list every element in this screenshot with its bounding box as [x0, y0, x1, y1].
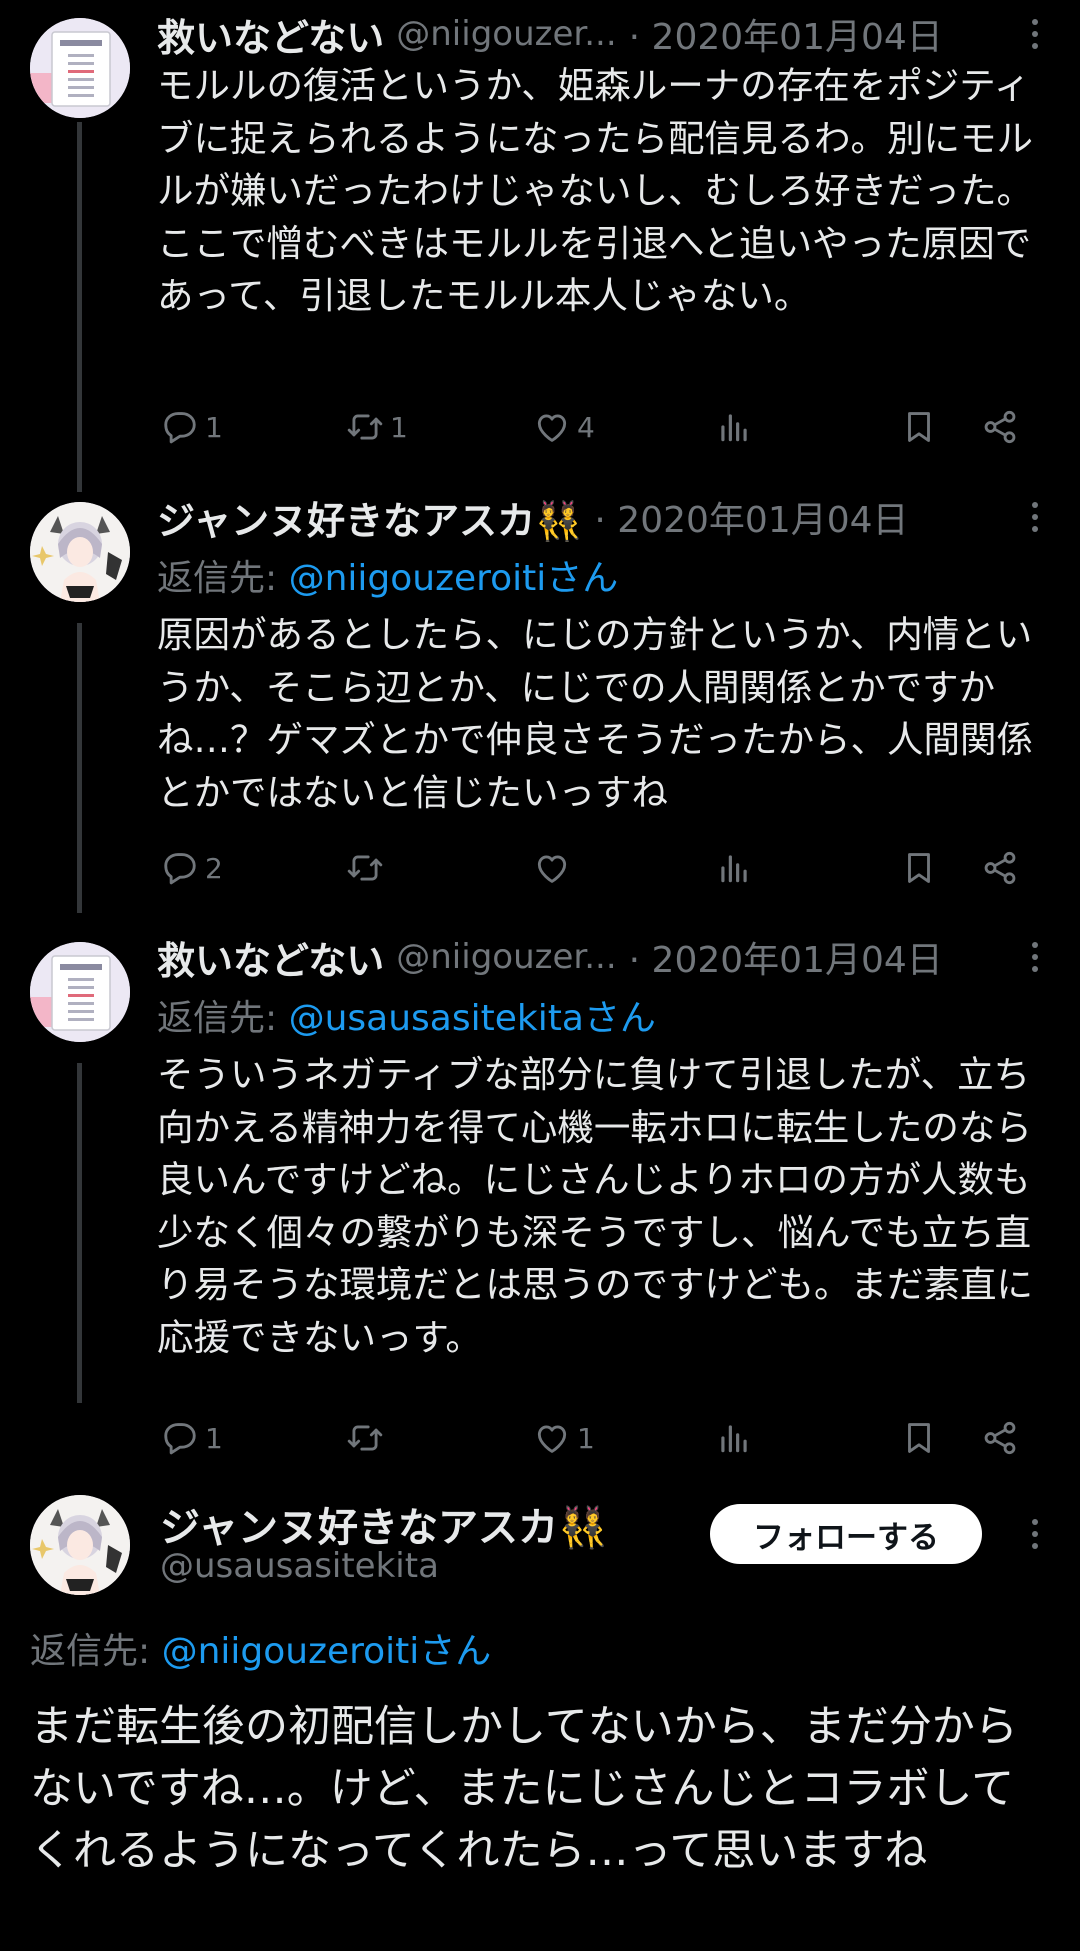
mention-link[interactable]: @niigouzeroitiさん: [162, 1631, 492, 1672]
thread-line: [77, 1063, 82, 1403]
retweet-button[interactable]: [346, 843, 390, 893]
tweet-2[interactable]: ジャンヌ好きなアスカ👯 · 2020年01月04日 返信先: @niigouze…: [0, 473, 1080, 913]
analytics-icon: [715, 408, 753, 446]
reply-button[interactable]: 1: [161, 1413, 223, 1463]
bookmark-button[interactable]: [900, 843, 938, 893]
reply-count: 1: [205, 410, 223, 444]
heart-icon: [533, 849, 571, 887]
display-name[interactable]: 救いなどない: [157, 930, 384, 985]
like-button[interactable]: 1: [533, 1413, 595, 1463]
views-button[interactable]: [715, 1413, 753, 1463]
tweet-text: 原因があるとしたら、にじの方針というか、内情というか、そこら辺とか、にじでの人間…: [157, 613, 1033, 814]
share-button[interactable]: [981, 402, 1019, 452]
reply-context: 返信先: @niigouzeroitiさん: [30, 1631, 492, 1672]
mention-link[interactable]: @niigouzeroitiさん: [289, 558, 619, 599]
more-options-icon[interactable]: [1020, 10, 1050, 58]
views-button[interactable]: [715, 402, 753, 452]
reply-context: 返信先: @usausasitekitaさん: [157, 998, 656, 1039]
follow-button[interactable]: フォローする: [710, 1504, 982, 1564]
focused-tweet: ジャンヌ好きなアスカ👯 @usausasitekita フォローする 返信先: …: [0, 1490, 1080, 1951]
share-icon: [981, 408, 1019, 446]
retweet-button[interactable]: [346, 1413, 390, 1463]
thread-line: [77, 122, 82, 492]
heart-icon: [533, 1419, 571, 1457]
reply-icon: [161, 849, 199, 887]
avatar[interactable]: [30, 1495, 130, 1595]
timestamp[interactable]: · 2020年01月04日: [629, 8, 943, 60]
analytics-icon: [715, 849, 753, 887]
username[interactable]: @niigouzer...: [396, 14, 616, 54]
username[interactable]: @usausasitekita: [160, 1546, 439, 1586]
bookmark-button[interactable]: [900, 1413, 938, 1463]
tweet-header: 救いなどない @niigouzer... · 2020年01月04日: [157, 927, 1050, 987]
views-button[interactable]: [715, 843, 753, 893]
reply-button[interactable]: 2: [161, 843, 223, 893]
mention-link[interactable]: @usausasitekitaさん: [289, 998, 656, 1039]
reply-context: 返信先: @niigouzeroitiさん: [157, 558, 619, 599]
retweet-button[interactable]: 1: [346, 402, 408, 452]
reply-count: 1: [205, 1421, 223, 1455]
share-button[interactable]: [981, 843, 1019, 893]
like-count: 1: [577, 1421, 595, 1455]
display-name[interactable]: 救いなどない: [157, 7, 384, 62]
reply-button[interactable]: 1: [161, 402, 223, 452]
more-options-icon[interactable]: [1020, 1510, 1050, 1558]
heart-icon: [533, 408, 571, 446]
share-icon: [981, 1419, 1019, 1457]
tweet-actions: 2: [157, 843, 1033, 893]
more-options-icon[interactable]: [1020, 493, 1050, 541]
reply-icon: [161, 408, 199, 446]
share-button[interactable]: [981, 1413, 1019, 1463]
retweet-icon: [346, 408, 384, 446]
like-count: 4: [577, 410, 595, 444]
retweet-count: 1: [390, 410, 408, 444]
reply-count: 2: [205, 851, 223, 885]
more-options-icon[interactable]: [1020, 933, 1050, 981]
timestamp[interactable]: · 2020年01月04日: [629, 931, 943, 983]
like-button[interactable]: [533, 843, 577, 893]
display-name[interactable]: ジャンヌ好きなアスカ👯: [160, 1495, 608, 1553]
bookmark-icon: [900, 1419, 938, 1457]
avatar[interactable]: [30, 942, 130, 1042]
retweet-icon: [346, 1419, 384, 1457]
tweet-header: ジャンヌ好きなアスカ👯 · 2020年01月04日: [157, 487, 1050, 547]
analytics-icon: [715, 1419, 753, 1457]
tweet-header: 救いなどない @niigouzer... · 2020年01月04日: [157, 4, 1050, 64]
tweet-text: そういうネガティブな部分に負けて引退したが、立ち向かえる精神力を得て心機一転ホロ…: [157, 1053, 1033, 1359]
retweet-icon: [346, 849, 384, 887]
thread-line: [77, 623, 82, 913]
bookmark-icon: [900, 408, 938, 446]
tweet-actions: 1 1 4: [157, 402, 1033, 452]
avatar[interactable]: [30, 18, 130, 118]
bookmark-icon: [900, 849, 938, 887]
tweet-text: モルルの復活というか、姫森ルーナの存在をポジティブに捉えられるようになったら配信…: [157, 64, 1033, 317]
tweet-3[interactable]: 救いなどない @niigouzer... · 2020年01月04日 返信先: …: [0, 913, 1080, 1503]
tweet-text: まだ転生後の初配信しかしてないから、まだ分からないですね…。けど、またにじさんじ…: [30, 1702, 1018, 1876]
timestamp[interactable]: · 2020年01月04日: [594, 491, 908, 543]
reply-icon: [161, 1419, 199, 1457]
avatar[interactable]: [30, 502, 130, 602]
share-icon: [981, 849, 1019, 887]
bookmark-button[interactable]: [900, 402, 938, 452]
display-name[interactable]: ジャンヌ好きなアスカ👯: [157, 490, 582, 545]
like-button[interactable]: 4: [533, 402, 595, 452]
tweet-actions: 1 1: [157, 1413, 1033, 1463]
tweet-1[interactable]: 救いなどない @niigouzer... · 2020年01月04日 モルルの復…: [0, 0, 1080, 492]
username[interactable]: @niigouzer...: [396, 937, 616, 977]
